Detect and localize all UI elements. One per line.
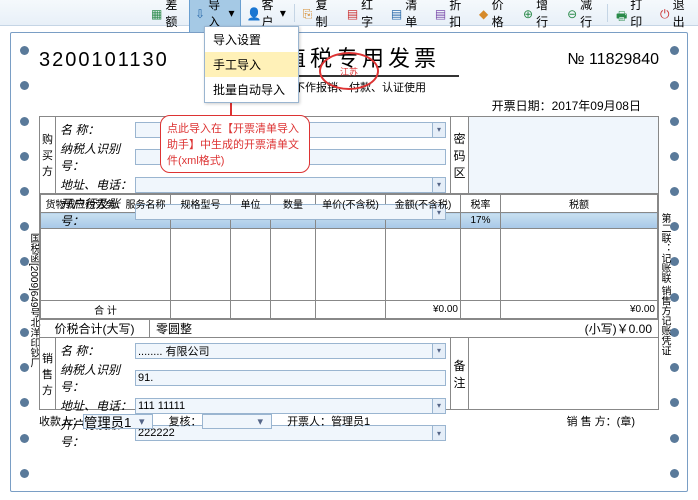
import-dropdown: 导入设置 手工导入 批量自动导入 — [204, 26, 299, 103]
serial-number: 3200101130 — [39, 49, 169, 72]
toolbar: ▦差额 ⇩导入▾ 👤客户▾ ⎘复制 ▤红字 ▤清单 ▤折扣 ◆价格 ⊕增行 ⊖减… — [0, 0, 698, 26]
exit-button[interactable]: ⏻退出 — [654, 0, 698, 34]
price-button[interactable]: ◆价格 — [473, 0, 517, 34]
seller-addr-input[interactable] — [135, 398, 433, 414]
diff-button[interactable]: ▦差额 — [145, 0, 189, 34]
buyer-addr-dd[interactable]: ▾ — [432, 177, 446, 193]
addrow-button[interactable]: ⊕增行 — [517, 0, 561, 34]
callout: 点此导入在【开票清单导入助手】中生成的开票清单文件(xml格式) — [160, 115, 310, 173]
empty-area[interactable] — [41, 229, 658, 301]
dd-batch-import[interactable]: 批量自动导入 — [205, 77, 298, 102]
date-row: 开票日期：2017年09月08日 — [39, 97, 659, 114]
notes-area — [468, 338, 658, 409]
copy-button[interactable]: ⎘复制 — [297, 0, 341, 34]
seller-section: 销售方 名 称：▾ 纳税人识别号： 地址、电话：▾ 开户行及账号：▾ 备注 — [39, 338, 659, 410]
seller-tax-input[interactable] — [135, 370, 446, 386]
password-area — [468, 117, 658, 193]
caps-row: 价税合计(大写) 零圆整 (小写)￥0.00 — [39, 320, 659, 338]
footer-row: 收款人：▾ 复核：▾ 开票人：管理员1 销 售 方：(章) — [39, 413, 659, 429]
seller-stamp: 销 售 方：(章) — [567, 413, 635, 429]
seller-name-input[interactable] — [135, 343, 433, 359]
side-right-text: 第二联：记账联 销售方记账凭证 — [657, 213, 672, 356]
buyer-name-dd[interactable]: ▾ — [432, 122, 446, 138]
delrow-button[interactable]: ⊖减行 — [561, 0, 605, 34]
discount-button[interactable]: ▤折扣 — [429, 0, 473, 34]
print-button[interactable]: 🖶打印 — [610, 0, 654, 34]
total-row: 合 计 ¥0.00 ¥0.00 — [41, 301, 658, 319]
buyer-addr-input[interactable] — [135, 177, 433, 193]
oval-stamp: 江苏 — [319, 52, 379, 90]
grid-header: 货物或应税劳务、服务名称规格型号 单位数量 单价(不含税)金额(不含税) 税率税… — [41, 195, 658, 213]
list-button[interactable]: ▤清单 — [385, 0, 429, 34]
dd-manual-import[interactable]: 手工导入 — [205, 52, 298, 77]
red-button[interactable]: ▤红字 — [341, 0, 385, 34]
buyer-section: 购买方 名 称：▾ 纳税人识别号： 地址、电话：▾ 开户行及账号：▾ 密码区 — [39, 116, 659, 194]
invoice-page: 国税函[2009]649号北洋印钞厂 第二联：记账联 销售方记账凭证 32001… — [10, 32, 688, 492]
dd-import-settings[interactable]: 导入设置 — [205, 27, 298, 52]
invoice-no: 11829840 — [589, 51, 659, 68]
